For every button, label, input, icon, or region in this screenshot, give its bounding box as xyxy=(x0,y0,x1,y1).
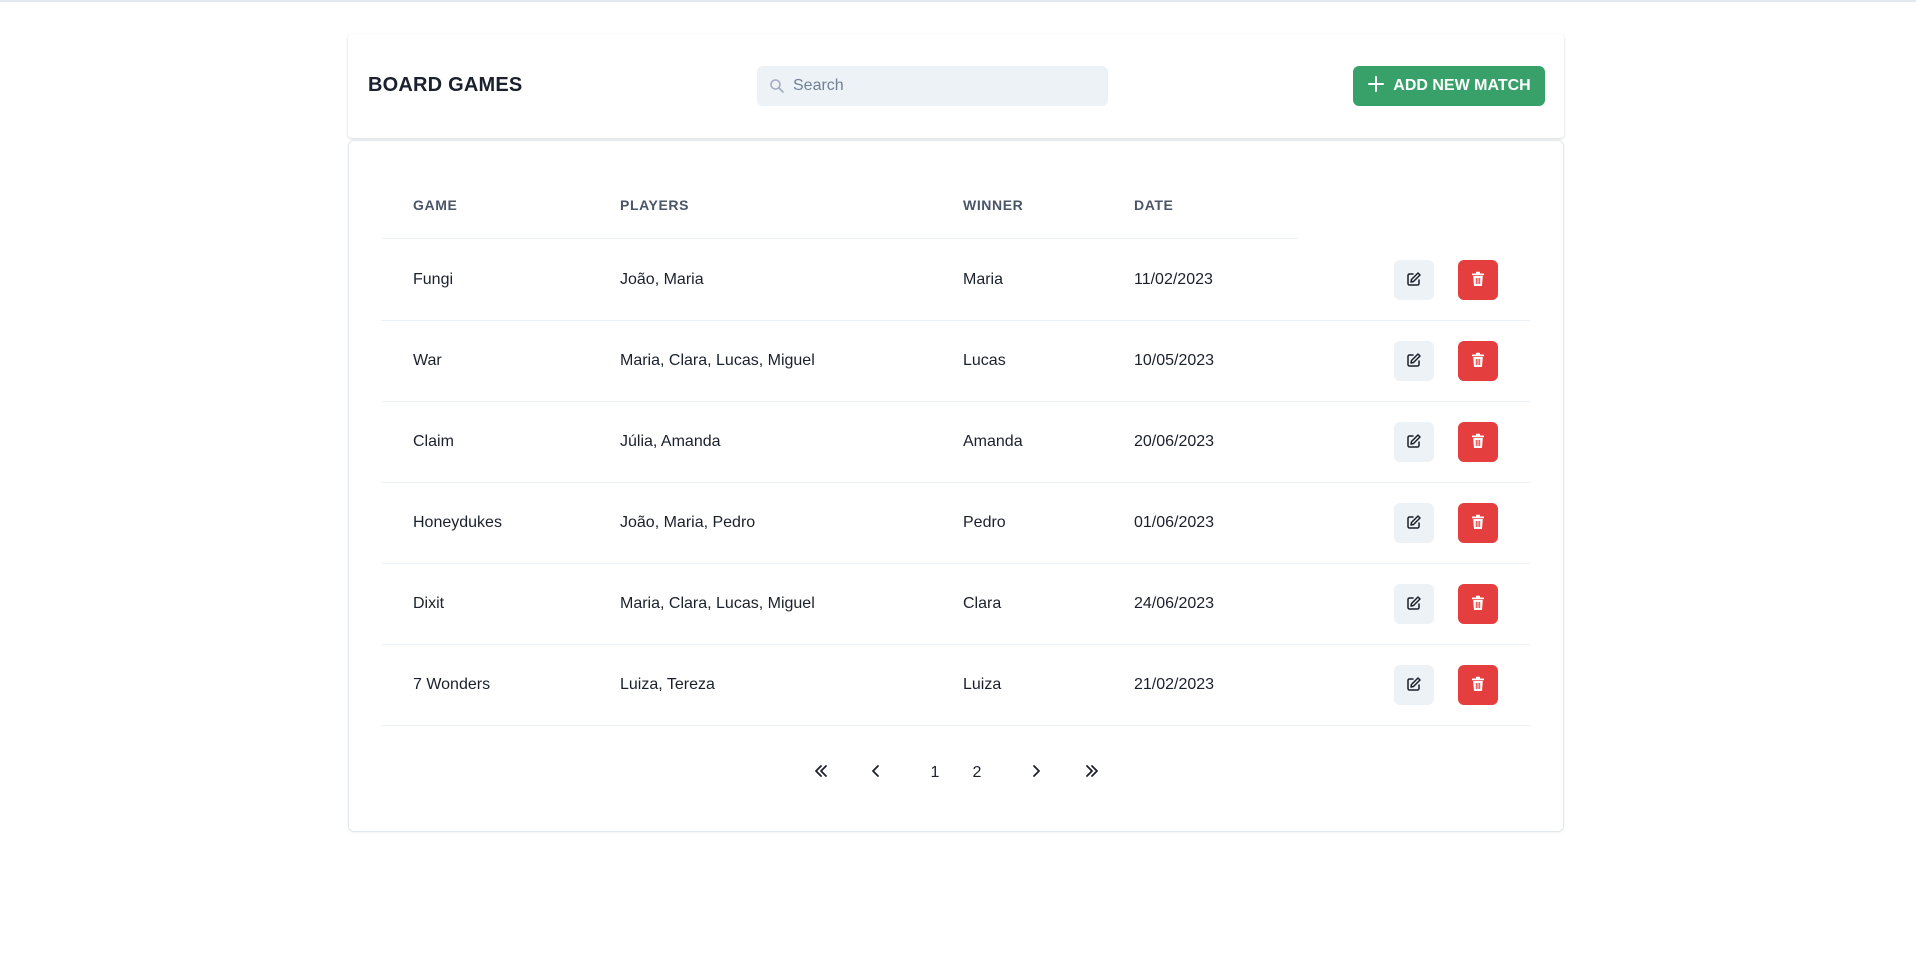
players-cell: João, Maria, Pedro xyxy=(620,514,756,531)
edit-icon xyxy=(1406,595,1422,614)
chevron-left-icon xyxy=(868,763,884,784)
prev-page-button[interactable] xyxy=(860,753,892,793)
game-cell: Claim xyxy=(413,433,454,450)
edit-icon xyxy=(1406,676,1422,695)
add-new-match-label: ADD NEW MATCH xyxy=(1393,77,1531,94)
delete-button[interactable] xyxy=(1458,341,1498,381)
game-cell: 7 Wonders xyxy=(413,676,491,693)
game-cell: Honeydukes xyxy=(413,514,502,531)
players-cell: Maria, Clara, Lucas, Miguel xyxy=(620,595,815,612)
players-cell: Maria, Clara, Lucas, Miguel xyxy=(620,352,815,369)
winner-cell: Maria xyxy=(963,271,1004,288)
trash-icon xyxy=(1471,433,1485,452)
winner-cell: Pedro xyxy=(963,514,1006,531)
double-chevron-right-icon xyxy=(1084,763,1100,784)
page-1-button[interactable]: 1 xyxy=(919,753,951,793)
trash-icon xyxy=(1471,514,1485,533)
column-header-game: GAME xyxy=(413,197,458,213)
search-box[interactable] xyxy=(757,66,1108,106)
edit-button[interactable] xyxy=(1394,665,1434,705)
game-cell: War xyxy=(413,352,442,369)
plus-icon xyxy=(1367,75,1385,98)
players-cell: Júlia, Amanda xyxy=(620,433,721,450)
table-row: 7 Wonders Luiza, Tereza Luiza 21/02/2023 xyxy=(381,645,1531,726)
page-2-button[interactable]: 2 xyxy=(961,753,993,793)
column-header-players: PLAYERS xyxy=(620,197,690,213)
date-cell: 20/06/2023 xyxy=(1134,433,1215,450)
delete-button[interactable] xyxy=(1458,665,1498,705)
edit-button[interactable] xyxy=(1394,341,1434,381)
edit-button[interactable] xyxy=(1394,422,1434,462)
column-header-date: DATE xyxy=(1134,197,1174,213)
edit-icon xyxy=(1406,433,1422,452)
delete-button[interactable] xyxy=(1458,422,1498,462)
date-cell: 24/06/2023 xyxy=(1134,595,1215,612)
table-header: GAME PLAYERS WINNER DATE xyxy=(381,197,1299,239)
next-page-button[interactable] xyxy=(1020,753,1052,793)
search-input[interactable] xyxy=(793,77,1093,95)
winner-cell: Lucas xyxy=(963,352,1006,369)
delete-button[interactable] xyxy=(1458,260,1498,300)
last-page-button[interactable] xyxy=(1076,753,1108,793)
players-cell: Luiza, Tereza xyxy=(620,676,715,693)
edit-icon xyxy=(1406,271,1422,290)
date-cell: 10/05/2023 xyxy=(1134,352,1215,369)
winner-cell: Luiza xyxy=(963,676,1002,693)
column-header-winner: WINNER xyxy=(963,197,1024,213)
search-icon xyxy=(757,66,797,106)
edit-icon xyxy=(1406,352,1422,371)
add-new-match-button[interactable]: ADD NEW MATCH xyxy=(1353,66,1545,106)
app-title: BOARD GAMES xyxy=(368,74,523,96)
trash-icon xyxy=(1471,595,1485,614)
matches-table: GAME PLAYERS WINNER DATE Fungi João, Mar… xyxy=(348,140,1564,832)
edit-button[interactable] xyxy=(1394,503,1434,543)
date-cell: 01/06/2023 xyxy=(1134,514,1215,531)
table-row: Dixit Maria, Clara, Lucas, Miguel Clara … xyxy=(381,564,1531,645)
delete-button[interactable] xyxy=(1458,503,1498,543)
table-row: Fungi João, Maria Maria 11/02/2023 xyxy=(381,240,1531,321)
delete-button[interactable] xyxy=(1458,584,1498,624)
game-cell: Dixit xyxy=(413,595,445,612)
header-bar: BOARD GAMES ADD NEW MATCH xyxy=(348,34,1564,138)
top-divider xyxy=(0,0,1916,2)
trash-icon xyxy=(1471,352,1485,371)
edit-icon xyxy=(1406,514,1422,533)
winner-cell: Clara xyxy=(963,595,1002,612)
winner-cell: Amanda xyxy=(963,433,1023,450)
edit-button[interactable] xyxy=(1394,260,1434,300)
table-row: Claim Júlia, Amanda Amanda 20/06/2023 xyxy=(381,402,1531,483)
table-row: War Maria, Clara, Lucas, Miguel Lucas 10… xyxy=(381,321,1531,402)
players-cell: João, Maria xyxy=(620,271,704,288)
first-page-button[interactable] xyxy=(805,753,837,793)
chevron-right-icon xyxy=(1028,763,1044,784)
edit-button[interactable] xyxy=(1394,584,1434,624)
trash-icon xyxy=(1471,271,1485,290)
pagination: 1 2 xyxy=(349,753,1565,793)
table-row: Honeydukes João, Maria, Pedro Pedro 01/0… xyxy=(381,483,1531,564)
double-chevron-left-icon xyxy=(813,763,829,784)
trash-icon xyxy=(1471,676,1485,695)
date-cell: 11/02/2023 xyxy=(1134,271,1213,288)
date-cell: 21/02/2023 xyxy=(1134,676,1215,693)
game-cell: Fungi xyxy=(413,271,454,288)
